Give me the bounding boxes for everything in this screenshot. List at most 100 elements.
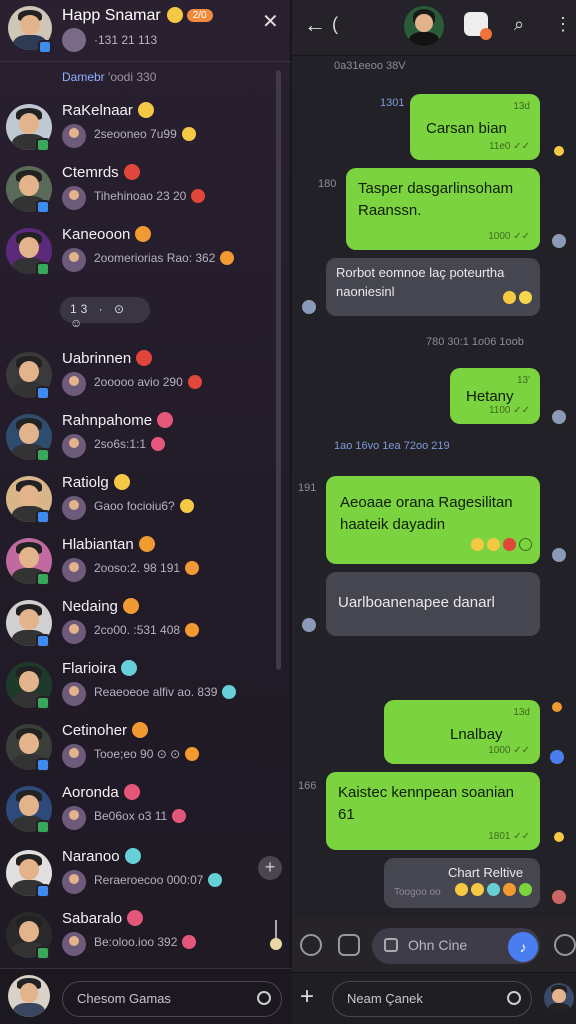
reaction-icon[interactable] xyxy=(554,832,564,842)
chat-list-item[interactable]: Naranoo Reraeroecoo 000:07 xyxy=(0,846,280,908)
read-receipt-avatar xyxy=(550,546,568,564)
mini-avatar xyxy=(62,620,86,644)
app-status-icon[interactable] xyxy=(464,12,492,40)
chat-list-item[interactable]: Nedaing 2co00. :531 408 xyxy=(0,596,280,658)
self-avatar[interactable] xyxy=(8,975,50,1017)
emoji-icon xyxy=(138,536,155,552)
add-chat-button[interactable]: + xyxy=(258,856,282,880)
header-title: Happ Snamar 2/0 xyxy=(62,7,213,25)
chat-preview: Be06ox o3 11 xyxy=(94,809,187,823)
search-icon[interactable]: ⌕ xyxy=(514,14,524,35)
settings-icon[interactable] xyxy=(257,991,271,1005)
incoming-message[interactable]: Rorbot eomnoe laç poteurtha naoniesinl xyxy=(326,258,540,316)
chat-name: RaKelnaar xyxy=(62,102,154,119)
verified-badge-icon xyxy=(38,40,52,54)
chat-list-item[interactable]: Kaneooon 2oomeriorias Rao: 362 xyxy=(0,224,280,286)
chat-name: Sabaralo xyxy=(62,910,144,927)
status-badge-icon xyxy=(36,200,50,214)
user-avatar[interactable] xyxy=(544,983,574,1013)
conversation-panel: ← ( ⌕ ⋮ 0a31eeoo 38V 1301 Carsan bian 13… xyxy=(292,0,576,1024)
chat-list-item[interactable]: Uabrinnen 2ooooo avio 290 xyxy=(0,348,280,410)
status-badge-icon xyxy=(36,138,50,152)
chat-preview: 2ooooo avio 290 xyxy=(94,375,202,389)
status-badge-icon xyxy=(36,696,50,710)
mini-avatar xyxy=(62,434,86,458)
status-badge-icon xyxy=(36,884,50,898)
chat-list-item[interactable]: RaKelnaar 2seooneo 7u99 xyxy=(0,100,280,162)
chat-name: Naranoo xyxy=(62,848,141,865)
emoji-icon xyxy=(185,747,200,761)
status-badge-icon xyxy=(36,262,50,276)
smile-emoji-icon xyxy=(166,7,183,23)
globe-icon[interactable] xyxy=(554,934,576,956)
back-arrow-icon[interactable]: ← xyxy=(304,12,326,38)
emoji-icon xyxy=(123,784,140,800)
reaction-icon[interactable] xyxy=(554,146,564,156)
scrollbar[interactable] xyxy=(276,70,281,670)
emoji-icon xyxy=(191,189,206,203)
volume-slider[interactable] xyxy=(270,920,282,954)
incoming-message[interactable]: Uarlboanenapee danarl xyxy=(326,572,540,636)
chat-preview: Reraeroecoo 000:07 xyxy=(94,873,223,887)
chat-name: Ctemrds xyxy=(62,164,140,181)
bottom-input-field[interactable]: Neam Çanek xyxy=(332,981,532,1017)
emoji-icon xyxy=(208,873,223,887)
chat-list-item[interactable]: Cetinoher Tooe;eo 90 ⊙ ⊙ xyxy=(0,720,280,782)
reaction-icon[interactable] xyxy=(552,702,562,712)
chat-preview: Tihehinoao 23 20 xyxy=(94,189,206,203)
chat-list-item[interactable]: Hlabiantan 2ooso:2. 98 191 xyxy=(0,534,280,596)
incoming-message[interactable]: Chart Reltive Toogoo oo xyxy=(384,858,540,908)
search-input[interactable]: Chesom Gamas xyxy=(62,981,282,1017)
chat-list-item[interactable]: Ratiolg Gaoo focioiu6? xyxy=(0,472,280,534)
emoji-icon xyxy=(137,102,154,118)
chat-list-item[interactable]: Aoronda Be06ox o3 11 xyxy=(0,782,280,844)
chat-preview: Gaoo focioiu6? xyxy=(94,499,194,513)
mini-avatar xyxy=(62,806,86,830)
chat-preview: Tooe;eo 90 ⊙ ⊙ xyxy=(94,747,200,761)
emoji-picker-icon[interactable] xyxy=(384,938,398,952)
mini-avatar xyxy=(62,248,86,272)
filter-chip-bar[interactable]: 13 · ⊙ ☺ xyxy=(60,297,150,330)
chat-list-item[interactable]: Rahnpahome 2so6s:1:1 xyxy=(0,410,280,472)
chat-list-item[interactable]: Sabaralo Be:oloo.ioo 392 xyxy=(0,908,280,970)
outgoing-message[interactable]: Carsan bian 13d 11e0 ✓✓ xyxy=(410,94,540,160)
sticker-icon[interactable] xyxy=(338,934,360,956)
chat-list-item[interactable]: Flarioira Reaeoeoe alfiv ao. 839 xyxy=(0,658,280,720)
contact-avatar[interactable] xyxy=(404,6,444,46)
voice-record-button[interactable]: ♪ xyxy=(508,932,538,962)
emoji-icon xyxy=(135,226,152,242)
outgoing-message[interactable]: Aeoaae orana Ragesilitan haateik dayadin xyxy=(326,476,540,564)
status-badge-icon xyxy=(36,510,50,524)
mini-avatar xyxy=(62,870,86,894)
message-side-timestamp: 180 xyxy=(318,178,337,190)
read-receipt-avatar xyxy=(548,748,566,766)
more-options-icon[interactable]: ⋮ xyxy=(554,14,572,35)
bracket-icon[interactable]: ( xyxy=(332,14,338,35)
outgoing-message[interactable]: Lnalbay 13d 1000 ✓✓ xyxy=(384,700,540,764)
outgoing-message[interactable]: Hetany 13' 1100 ✓✓ xyxy=(450,368,540,424)
chat-list-header: Happ Snamar 2/0 ·131 21 113 ✕ xyxy=(0,0,291,62)
emoji-icon xyxy=(157,412,174,428)
outgoing-message[interactable]: Kaistec kennpean soanian 61 1801 ✓✓ xyxy=(326,772,540,850)
mini-avatar xyxy=(62,932,86,956)
mini-avatar xyxy=(62,28,86,52)
chat-preview: 2co00. :531 408 xyxy=(94,623,200,637)
settings-icon[interactable] xyxy=(507,991,521,1005)
status-badge-icon xyxy=(36,386,50,400)
chat-preview: 2ooso:2. 98 191 xyxy=(94,561,200,575)
mini-avatar xyxy=(62,682,86,706)
mini-avatar xyxy=(62,186,86,210)
chat-name: Rahnpahome xyxy=(62,412,174,429)
outgoing-message[interactable]: Tasper dasgarlinsoham Raanssn. 1000 ✓✓ xyxy=(346,168,540,250)
emoji-icon xyxy=(182,935,197,949)
emoji-icon xyxy=(136,350,153,366)
chat-list-item[interactable]: Ctemrds Tihehinoao 23 20 xyxy=(0,162,280,224)
read-receipt-avatar xyxy=(550,408,568,426)
status-badge-icon xyxy=(36,820,50,834)
close-icon[interactable]: ✕ xyxy=(262,9,279,34)
attach-icon[interactable] xyxy=(300,934,322,956)
unread-pill: 2/0 xyxy=(186,9,213,22)
status-badge-icon xyxy=(36,572,50,586)
emoji-icon xyxy=(185,561,200,575)
plus-icon[interactable]: + xyxy=(300,983,314,1011)
